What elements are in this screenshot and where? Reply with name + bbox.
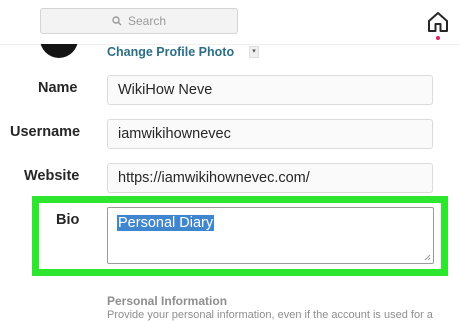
bio-textarea[interactable]: Personal Diary xyxy=(107,207,434,264)
change-profile-photo-link[interactable]: Change Profile Photo xyxy=(107,45,234,59)
username-field[interactable]: iamwikihownevec xyxy=(107,119,433,149)
notification-dot xyxy=(436,36,440,40)
search-input[interactable]: Search xyxy=(40,8,238,34)
top-bar: Search xyxy=(0,0,460,40)
bio-selected-text: Personal Diary xyxy=(117,215,215,231)
website-field[interactable]: https://iamwikihownevec.com/ xyxy=(107,163,433,193)
website-label: Website xyxy=(24,168,80,184)
search-placeholder: Search xyxy=(127,14,167,28)
name-label: Name xyxy=(38,80,78,96)
bio-label: Bio xyxy=(56,212,80,228)
personal-information-title: Personal Information xyxy=(107,294,228,308)
resize-handle-icon[interactable] xyxy=(424,254,431,261)
name-field[interactable]: WikiHow Neve xyxy=(107,75,433,105)
username-label: Username xyxy=(10,124,81,140)
home-icon[interactable] xyxy=(426,10,450,34)
personal-information-description: Provide your personal information, even … xyxy=(107,309,433,321)
chevron-down-icon[interactable]: ▾ xyxy=(249,46,259,58)
search-icon xyxy=(112,16,122,26)
